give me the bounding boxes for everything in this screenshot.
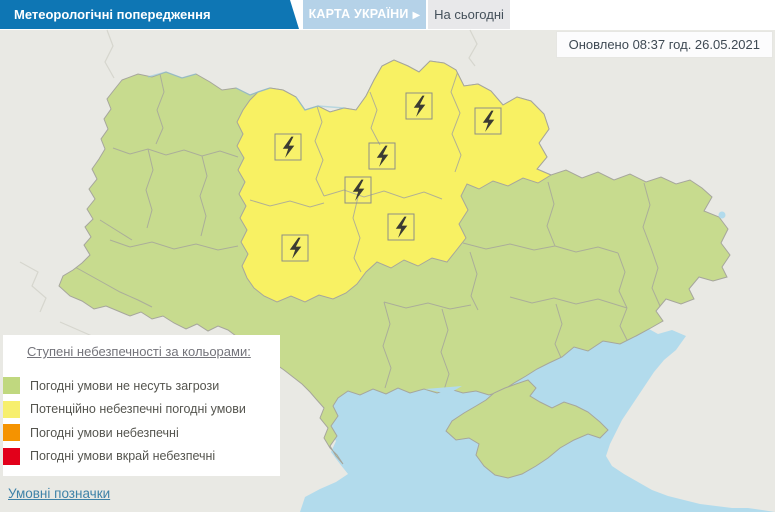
legend-item-dangerous: Погодні умови небезпечні — [3, 421, 280, 445]
legend-swatch-green — [3, 377, 20, 394]
legend-title: Ступені небезпечності за кольорами: — [27, 344, 251, 359]
tab-for-today-label: На сьогодні — [434, 7, 504, 22]
thunderstorm-icon[interactable] — [475, 108, 501, 134]
legend-swatch-orange — [3, 424, 20, 441]
legend-item-label: Потенційно небезпечні погодні умови — [30, 402, 246, 416]
legend-item-label: Погодні умови не несуть загрози — [30, 379, 219, 393]
tab-meteorological-warnings[interactable]: Метеорологічні попередження — [0, 0, 299, 29]
legend-items: Погодні умови не несуть загрози Потенцій… — [3, 374, 280, 468]
weather-warnings-page: { "tabs": [ { "label": "Метеорологічні п… — [0, 0, 775, 512]
map-key-link[interactable]: Умовні позначки — [8, 486, 110, 501]
legend-item-label: Погодні умови вкрай небезпечні — [30, 449, 215, 463]
legend-item-potentially-dangerous: Потенційно небезпечні погодні умови — [3, 398, 280, 422]
legend-swatch-red — [3, 448, 20, 465]
updated-timestamp: Оновлено 08:37 год. 26.05.2021 — [556, 31, 773, 58]
thunderstorm-icon[interactable] — [282, 235, 308, 261]
tab-for-today[interactable]: На сьогодні — [428, 0, 510, 29]
legend-item-label: Погодні умови небезпечні — [30, 426, 179, 440]
danger-levels-legend: Ступені небезпечності за кольорами: Пого… — [3, 335, 280, 476]
legend-item-safe: Погодні умови не несуть загрози — [3, 374, 280, 398]
top-tab-bar: Метеорологічні попередження КАРТА УКРАЇН… — [0, 0, 775, 29]
tab-map-of-ukraine[interactable]: КАРТА УКРАЇНИ ▶ — [303, 0, 426, 29]
chevron-right-icon: ▶ — [413, 10, 421, 21]
thunderstorm-icon[interactable] — [369, 143, 395, 169]
tab-map-of-ukraine-label: КАРТА УКРАЇНИ — [309, 7, 409, 21]
thunderstorm-icon[interactable] — [388, 214, 414, 240]
thunderstorm-icon[interactable] — [406, 93, 432, 119]
thunderstorm-icon[interactable] — [345, 177, 371, 203]
legend-swatch-yellow — [3, 401, 20, 418]
tab-meteorological-warnings-label: Метеорологічні попередження — [14, 7, 211, 22]
legend-item-extremely-dangerous: Погодні умови вкрай небезпечні — [3, 445, 280, 469]
thunderstorm-icon[interactable] — [275, 134, 301, 160]
